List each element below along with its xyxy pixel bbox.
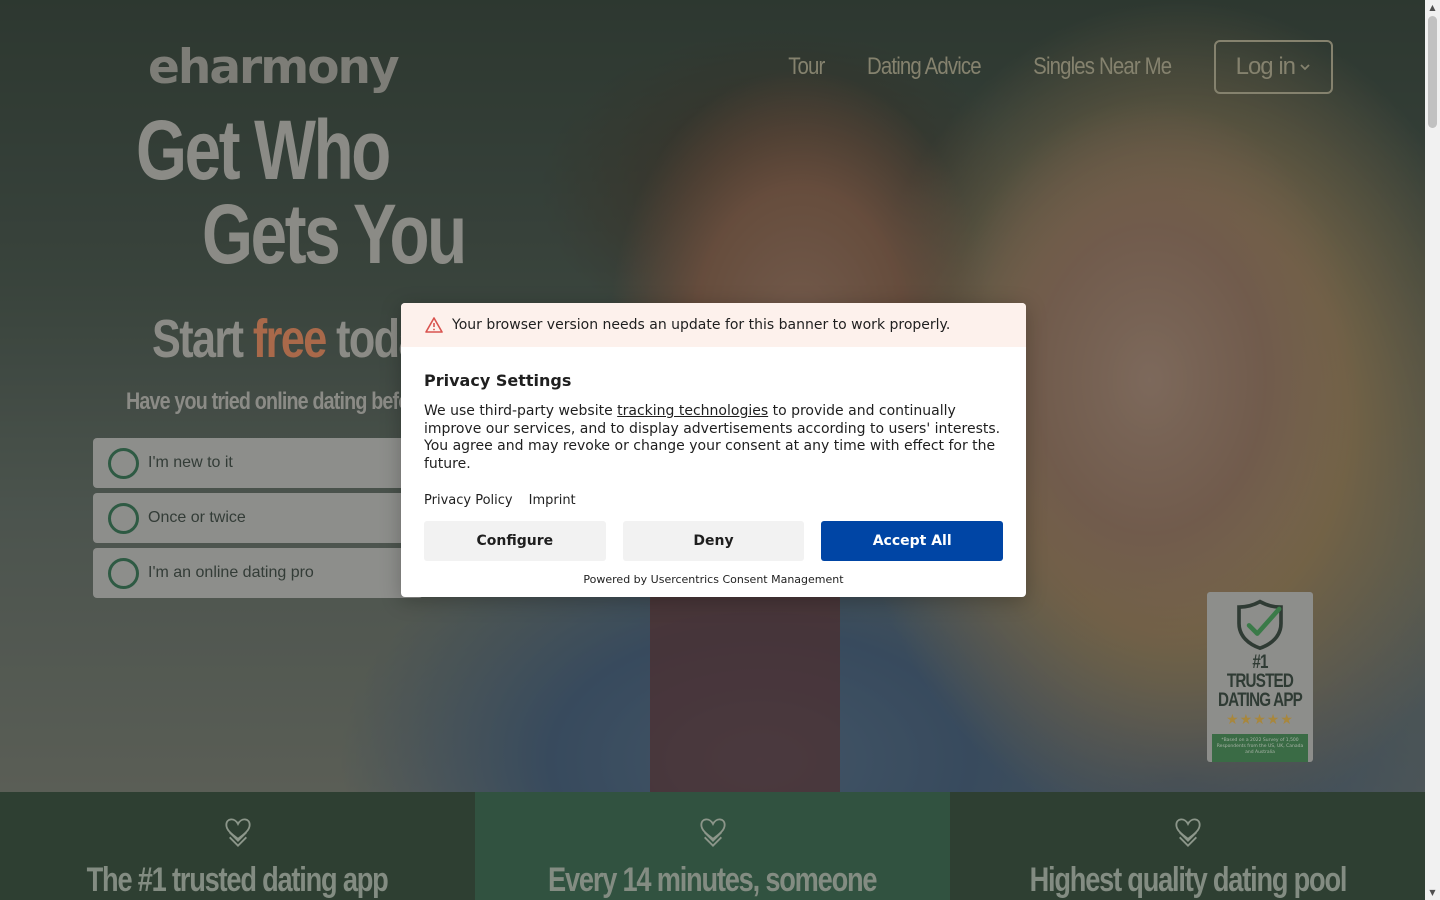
accept-all-button[interactable]: Accept All [821,521,1004,561]
option-pro[interactable]: I'm an online dating pro [93,548,423,598]
scroll-down-icon[interactable]: ▼ [1425,885,1440,900]
scroll-thumb[interactable] [1428,16,1437,128]
feature-title: Every 14 minutes, someone [548,861,878,899]
feature-every-14-minutes: Every 14 minutes, someone [475,792,950,900]
chevron-down-icon [1300,64,1310,71]
feature-title: The #1 trusted dating app [87,861,389,899]
deny-button[interactable]: Deny [622,521,805,561]
option-label: I'm an online dating pro [148,564,314,581]
feature-strip: The #1 trusted dating app Every 14 minut… [0,792,1425,900]
start-free-heading: Start free today [152,308,445,370]
headline-line-1: Get Who [136,103,391,197]
option-new[interactable]: I'm new to it [93,438,423,488]
badge-footnote: *Based on a 2022 Survey of 1,500 Respond… [1212,733,1308,762]
trusted-app-badge: #1 TRUSTED DATING APP ★★★★★ *Based on a … [1207,592,1313,762]
nav-tour[interactable]: Tour [788,53,825,81]
start-free: free [252,309,327,369]
browser-warning-banner: Your browser version needs an update for… [401,303,1026,347]
feature-quality-pool: Highest quality dating pool [950,792,1425,900]
start-prefix: Start [152,309,253,369]
radio-button[interactable] [108,447,139,479]
rating-stars: ★★★★★ [1226,711,1294,728]
radio-button[interactable] [108,557,139,589]
headline-line-2: Gets You [202,187,467,281]
heart-icon [1174,818,1201,847]
badge-title-line-2: DATING APP [1217,689,1303,711]
main-nav: Tour Dating Advice Singles Near Me Log i… [785,40,1333,94]
privacy-consent-dialog: Your browser version needs an update for… [401,303,1026,597]
page-scrollbar[interactable]: ▲ ▼ [1425,0,1440,900]
option-label: I'm new to it [148,454,233,471]
consent-description: We use third-party website tracking tech… [424,403,1003,473]
badge-title-line-1: #1 TRUSTED [1226,651,1294,692]
consent-links: Privacy Policy Imprint [424,493,1003,508]
consent-text-before: We use third-party website [424,403,618,419]
heart-icon [224,818,251,847]
eharmony-logo[interactable]: eharmony [148,40,400,95]
login-button[interactable]: Log in [1213,40,1333,94]
warning-icon [425,317,443,333]
scroll-up-icon[interactable]: ▲ [1425,0,1440,15]
nav-dating-advice[interactable]: Dating Advice [867,53,982,81]
tracking-technologies-link[interactable]: tracking technologies [617,403,768,419]
hero-headline: Get Who Gets You [136,108,539,276]
feature-title: Highest quality dating pool [1029,861,1347,899]
shield-check-icon [1237,599,1283,651]
heart-icon [699,818,726,847]
dialog-body: Privacy Settings We use third-party webs… [401,347,1026,586]
login-label: Log in [1235,53,1296,80]
feature-trusted: The #1 trusted dating app [0,792,475,900]
badge-title: #1 TRUSTED DATING APP [1218,653,1303,710]
dialog-title: Privacy Settings [424,371,572,390]
nav-singles-near-me[interactable]: Singles Near Me [1033,53,1172,81]
powered-by-text: Powered by Usercentrics Consent Manageme… [583,573,844,586]
option-once-or-twice[interactable]: Once or twice [93,493,423,543]
radio-button[interactable] [108,502,139,534]
consent-buttons: Configure Deny Accept All [424,521,1004,561]
privacy-policy-link[interactable]: Privacy Policy [424,493,513,508]
imprint-link[interactable]: Imprint [529,493,576,508]
option-label: Once or twice [148,509,246,526]
dating-experience-question: Have you tried online dating before? [126,388,438,415]
dating-experience-options: I'm new to it Once or twice I'm an onlin… [93,438,423,603]
configure-button[interactable]: Configure [424,521,606,561]
warning-text: Your browser version needs an update for… [452,317,951,333]
